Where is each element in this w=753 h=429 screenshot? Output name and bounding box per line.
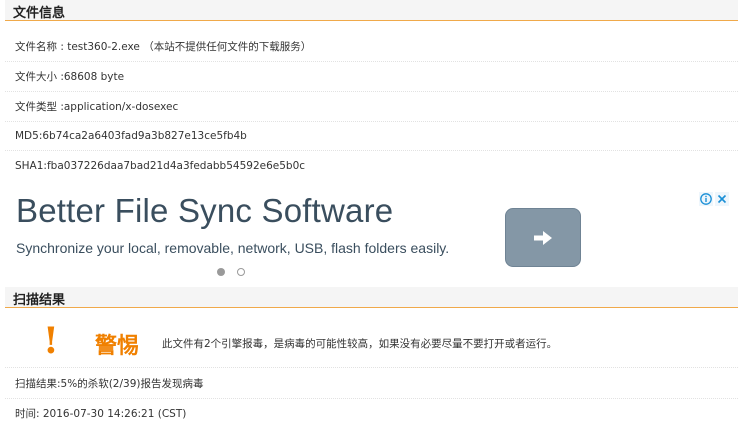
carousel-dot[interactable] bbox=[237, 268, 245, 276]
file-name-row: 文件名称 : test360-2.exe （本站不提供任何文件的下载服务） bbox=[5, 32, 738, 62]
warning-title: 警惕 bbox=[95, 334, 140, 359]
close-icon[interactable] bbox=[715, 192, 729, 206]
md5-row: MD5:6b74ca2a6403fad9a3b827e13ce5fb4b bbox=[5, 121, 738, 151]
md5-text: MD5:6b74ca2a6403fad9a3b827e13ce5fb4b bbox=[15, 130, 247, 142]
scan-time-text: 时间: 2016-07-30 14:26:21 (CST) bbox=[15, 408, 187, 420]
sha1-row: SHA1:fba037226daa7bad21d4a3fedabb54592e6… bbox=[5, 151, 738, 181]
ad-title[interactable]: Better File Sync Software bbox=[16, 192, 393, 230]
warning-icon: ! bbox=[43, 320, 59, 362]
file-name-text: 文件名称 : test360-2.exe （本站不提供任何文件的下载服务） bbox=[15, 41, 312, 53]
file-info-header: 文件信息 bbox=[5, 0, 738, 21]
carousel-dot-active[interactable] bbox=[217, 268, 225, 276]
scan-result-title: 扫描结果 bbox=[13, 293, 66, 308]
file-size-text: 文件大小 :68608 byte bbox=[15, 71, 125, 83]
warning-message: 此文件有2个引擎报毒，是病毒的可能性较高，如果没有必要尽量不要打开或者运行。 bbox=[162, 338, 558, 350]
ad-subtitle[interactable]: Synchronize your local, removable, netwo… bbox=[16, 240, 449, 256]
info-icon[interactable] bbox=[699, 192, 713, 206]
file-info-title: 文件信息 bbox=[13, 6, 66, 21]
ad-banner[interactable]: Better File Sync Software Synchronize yo… bbox=[5, 182, 738, 282]
ad-go-button[interactable] bbox=[505, 208, 581, 267]
warning-row: ! 警惕 此文件有2个引擎报毒，是病毒的可能性较高，如果没有必要尽量不要打开或者… bbox=[5, 310, 738, 368]
file-size-row: 文件大小 :68608 byte bbox=[5, 62, 738, 92]
file-type-text: 文件类型 :application/x-dosexec bbox=[15, 101, 179, 113]
scan-time-row: 时间: 2016-07-30 14:26:21 (CST) bbox=[5, 399, 738, 429]
ad-choices[interactable] bbox=[699, 192, 729, 206]
sha1-text: SHA1:fba037226daa7bad21d4a3fedabb54592e6… bbox=[15, 160, 306, 172]
scan-result-row: 扫描结果:5%的杀软(2/39)报告发现病毒 bbox=[5, 369, 738, 399]
arrow-right-icon bbox=[534, 230, 552, 245]
scan-result-header: 扫描结果 bbox=[5, 287, 738, 308]
file-type-row: 文件类型 :application/x-dosexec bbox=[5, 92, 738, 122]
scan-result-text: 扫描结果:5%的杀软(2/39)报告发现病毒 bbox=[15, 378, 204, 390]
